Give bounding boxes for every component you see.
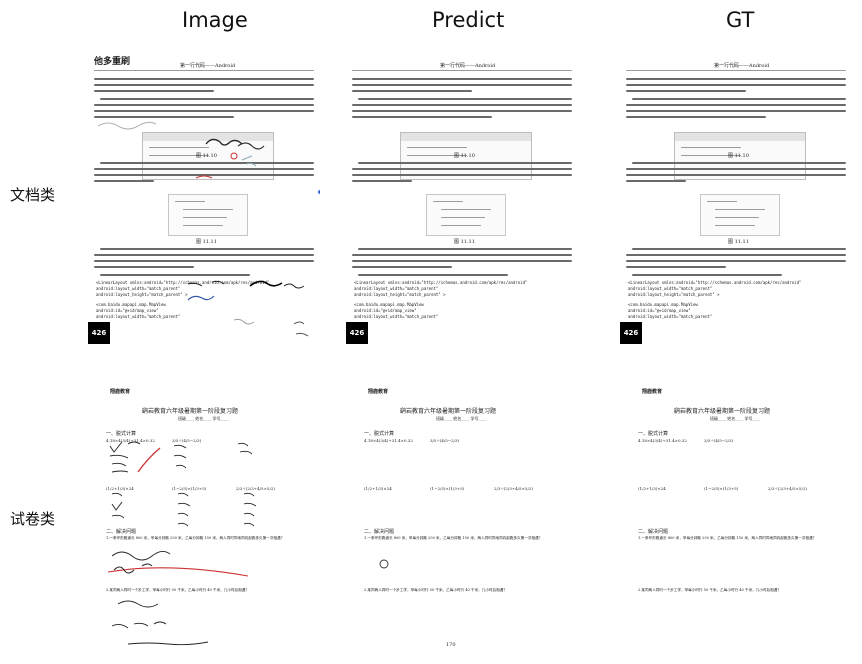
doc-figure-2-caption: 图 11.11	[454, 239, 475, 245]
doc-code-line-6: android:layout_width="match_parent"	[354, 314, 439, 319]
exam-expr-4: (1−2/5)×(1/3+5)	[704, 486, 739, 491]
doc-code-line-2: android:layout_width="match_parent"	[628, 286, 713, 291]
exam-expr-5: 2/3÷(2/3+4/5×5/2)	[768, 486, 807, 491]
doc-code-line-2: android:layout_width="match_parent"	[354, 286, 439, 291]
exam-panel-image: 翔鹿教育 鹞岩教育六年级暑期第一阶段复习题 班级____ 姓名____ 学号__…	[88, 376, 320, 654]
residual-mark	[379, 559, 389, 569]
doc-code-line-5: android:id="@+id/map_view"	[354, 308, 417, 313]
exam-expr-3: (1/2+1/3)×24	[638, 486, 666, 491]
exam-title: 鹞岩教育六年级暑期第一阶段复习题	[674, 408, 771, 415]
doc-page-number: 426	[346, 322, 368, 344]
exam-panel-gt: 翔鹿教育 鹞岩教育六年级暑期第一阶段复习题 班级____ 姓名____ 学号__…	[620, 376, 852, 654]
exam-question-1: 1.一条环形跑道长 800 米，甲每分钟跑 250 米，乙每分钟跑 150 米，…	[638, 536, 817, 540]
exam-expr-2: 3/5÷(4/5−2/3)	[704, 438, 734, 443]
doc-header: 第一行代码——Android	[714, 63, 770, 69]
doc-panel-predict: 第一行代码——Android 图 11.10 图 11.11 <LinearLa…	[346, 48, 578, 346]
doc-figure-1-caption: 图 11.10	[454, 153, 475, 159]
doc-page-number: 426	[620, 322, 642, 344]
doc-figure-2-caption: 图 11.11	[728, 239, 749, 245]
handwriting-overlay	[97, 121, 320, 337]
doc-code-line-3: android:layout_height="match_parent" >	[354, 292, 446, 297]
exam-meta: 班级____ 姓名____ 学号____	[710, 416, 761, 421]
exam-panel-predict: 翔鹿教育 鹞岩教育六年级暑期第一阶段复习题 班级____ 姓名____ 学号__…	[346, 376, 578, 654]
exam-expr-1: 4.18×4(3/4)+31.4×0.32	[638, 438, 687, 443]
row-label-exam: 试卷类	[10, 510, 56, 528]
column-header-image: Image	[182, 8, 248, 32]
doc-code-line-5: android:id="@+id/map_view"	[628, 308, 691, 313]
row-label-document: 文档类	[10, 186, 56, 204]
column-header-gt: GT	[726, 8, 755, 32]
doc-figure-1-caption: 图 11.10	[728, 153, 749, 159]
doc-panel-gt: 第一行代码——Android 图 11.10 图 11.11 <LinearLa…	[620, 48, 852, 346]
doc-code-line-4: <com.baidu.mapapi.map.MapView	[628, 302, 698, 307]
exam-school-logo: 翔鹿教育	[642, 389, 663, 395]
doc-code-line-4: <com.baidu.mapapi.map.MapView	[354, 302, 424, 307]
doc-header: 第一行代码——Android	[440, 63, 496, 69]
doc-folder-tree	[700, 194, 780, 236]
exam-footer: 170	[446, 642, 456, 648]
column-header-predict: Predict	[432, 8, 505, 32]
exam-section-1: 一、脱式计算	[638, 431, 669, 437]
doc-code-line-1: <LinearLayout xmlns:android="http://sche…	[628, 280, 802, 285]
doc-folder-tree	[426, 194, 506, 236]
exam-section-2: 二、解决问题	[638, 529, 669, 535]
exam-question-2: 2.某同两人同时一个步工学，甲每小时行 50 千米，乙每小时行 40 千米，几小…	[638, 588, 781, 592]
doc-code-line-6: android:layout_width="match_parent"	[628, 314, 713, 319]
doc-code-line-1: <LinearLayout xmlns:android="http://sche…	[354, 280, 528, 285]
doc-panel-image: 他多重刷 第一行代码——Android 图 11.10 图 11.11 <Lin…	[88, 48, 320, 346]
handwriting-overlay	[107, 441, 257, 646]
doc-code-line-3: android:layout_height="match_parent" >	[628, 292, 720, 297]
